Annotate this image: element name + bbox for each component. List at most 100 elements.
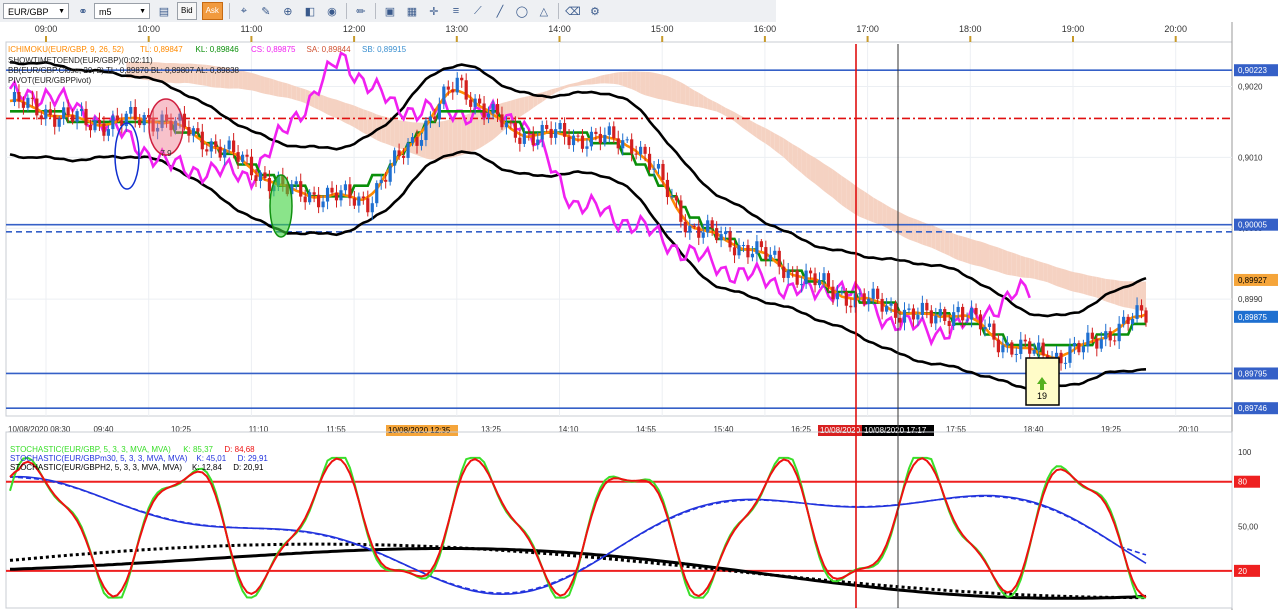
cloud-segment bbox=[944, 230, 950, 256]
candle-body bbox=[536, 139, 540, 146]
candle-body bbox=[670, 196, 674, 198]
candle-body bbox=[938, 309, 942, 316]
candle-body bbox=[969, 307, 974, 320]
candle-body bbox=[478, 98, 482, 104]
toolbar-separator bbox=[557, 3, 559, 19]
cursor-icon[interactable]: ⌖ bbox=[236, 3, 252, 19]
bottom-time-label: 10/08/2020 08:30 bbox=[8, 425, 71, 434]
candle-body bbox=[352, 198, 356, 206]
cloud-segment bbox=[765, 128, 771, 147]
candle-body bbox=[1068, 346, 1072, 363]
cloud-segment bbox=[278, 81, 283, 98]
crosshair-icon[interactable]: ✛ bbox=[426, 3, 442, 19]
candle-body bbox=[133, 106, 137, 120]
cloud-segment bbox=[323, 95, 328, 115]
candle-body bbox=[299, 181, 303, 197]
settings-icon[interactable]: ⚙ bbox=[587, 3, 603, 19]
stochastic-legend-entry: STOCHASTIC(EUR/GBPm30, 5, 3, 3, MVA, MVA… bbox=[10, 454, 188, 463]
cloud-segment bbox=[1016, 253, 1021, 278]
fib-icon[interactable]: ⟋ bbox=[470, 3, 486, 19]
price-tick-label: 0,9020 bbox=[1238, 83, 1263, 92]
cloud-segment bbox=[971, 239, 977, 266]
chart-canvas[interactable]: 09:00 10:00 11:00 12:00 13:00 14:00 15:00 16:00… bbox=[0, 22, 1280, 610]
cloud-segment bbox=[609, 73, 614, 84]
pencil-icon[interactable]: ✏ bbox=[353, 3, 369, 19]
ask-button[interactable]: Ask bbox=[201, 2, 223, 20]
lines-icon[interactable]: ≡ bbox=[448, 3, 464, 19]
chart-type-icon[interactable]: ▤ bbox=[156, 3, 172, 19]
candle-body bbox=[831, 286, 835, 300]
candle-body bbox=[433, 116, 437, 120]
candle-body bbox=[495, 104, 500, 115]
candle-body bbox=[706, 220, 710, 233]
globe-icon[interactable]: ◉ bbox=[324, 3, 340, 19]
bottom-time-label: 16:25 bbox=[791, 425, 812, 434]
candle-body bbox=[983, 326, 987, 330]
cloud-segment bbox=[242, 70, 248, 90]
link-icon[interactable]: ⚭ bbox=[75, 3, 91, 19]
color-icon[interactable]: ◧ bbox=[302, 3, 318, 19]
candle-body bbox=[1113, 340, 1117, 342]
cloud-segment bbox=[868, 194, 874, 223]
cloud-segment bbox=[255, 74, 261, 93]
candle-body bbox=[956, 306, 960, 313]
cloud-segment bbox=[1002, 249, 1008, 275]
candle-body bbox=[388, 165, 392, 182]
cloud-segment bbox=[958, 235, 963, 262]
cloud-segment bbox=[1007, 251, 1012, 276]
bottom-time-label: 15:40 bbox=[713, 425, 734, 434]
template-icon[interactable]: ▦ bbox=[404, 3, 420, 19]
draw-icon[interactable]: ✎ bbox=[258, 3, 274, 19]
candle-body bbox=[630, 139, 634, 154]
cloud-segment bbox=[667, 76, 672, 102]
eraser-icon[interactable]: ⌫ bbox=[565, 3, 581, 19]
candle-body bbox=[102, 123, 106, 136]
candle-body bbox=[715, 228, 719, 241]
cloud-segment bbox=[1114, 279, 1120, 306]
cloud-segment bbox=[636, 71, 641, 94]
legend-line: SHOWTIMETOEND(EUR/GBP)(0:02:11) bbox=[8, 56, 153, 65]
cloud-segment bbox=[819, 160, 824, 192]
candle-body bbox=[330, 187, 334, 193]
cloud-segment bbox=[439, 121, 444, 160]
candle-body bbox=[1005, 342, 1009, 346]
cloud-segment bbox=[349, 104, 355, 128]
candle-body bbox=[196, 128, 200, 132]
legend-line: PIVOT(EUR/GBPPivot) bbox=[8, 76, 91, 85]
stochastic-tick-label: 100 bbox=[1238, 448, 1252, 457]
candle-body bbox=[902, 309, 907, 323]
cloud-segment bbox=[873, 197, 878, 224]
candle-body bbox=[504, 122, 509, 128]
candle-body bbox=[1126, 316, 1130, 324]
zoom-icon[interactable]: ⊕ bbox=[280, 3, 296, 19]
symbol-select[interactable]: EUR/GBP ▼ bbox=[3, 3, 69, 19]
cloud-segment bbox=[381, 115, 386, 144]
candle-body bbox=[410, 137, 415, 143]
image-icon[interactable]: ▣ bbox=[382, 3, 398, 19]
cloud-segment bbox=[841, 175, 847, 209]
cloud-segment bbox=[913, 218, 918, 243]
black-cursor-label-text: 10/08/2020 17:17 bbox=[864, 426, 927, 435]
candle-body bbox=[889, 303, 893, 306]
candle-body bbox=[880, 298, 884, 312]
candle-body bbox=[294, 181, 298, 185]
pen-icon[interactable]: ╱ bbox=[492, 3, 508, 19]
candle-body bbox=[1072, 342, 1077, 347]
bottom-time-label: 11:10 bbox=[249, 425, 269, 434]
cloud-segment bbox=[649, 72, 655, 98]
candle-body bbox=[1108, 331, 1112, 341]
shapes-icon[interactable]: △ bbox=[536, 3, 552, 19]
cloud-segment bbox=[1119, 280, 1124, 308]
ellipse-icon[interactable]: ◯ bbox=[514, 3, 530, 19]
cloud-segment bbox=[662, 74, 668, 101]
cloud-segment bbox=[877, 199, 883, 226]
candle-body bbox=[39, 115, 43, 119]
timeframe-select[interactable]: m5 ▼ bbox=[94, 3, 150, 19]
cloud-segment bbox=[448, 118, 453, 159]
stochastic-legend-entry: STOCHASTIC(EUR/GBPH2, 5, 3, 3, MVA, MVA) bbox=[10, 463, 182, 472]
price-tag-label: 0,89927 bbox=[1238, 276, 1267, 285]
cloud-segment bbox=[689, 87, 695, 107]
bid-button[interactable]: Bid bbox=[177, 2, 197, 20]
stochastic-legend-entry: D: 29,91 bbox=[238, 454, 269, 463]
candle-body bbox=[728, 231, 732, 248]
